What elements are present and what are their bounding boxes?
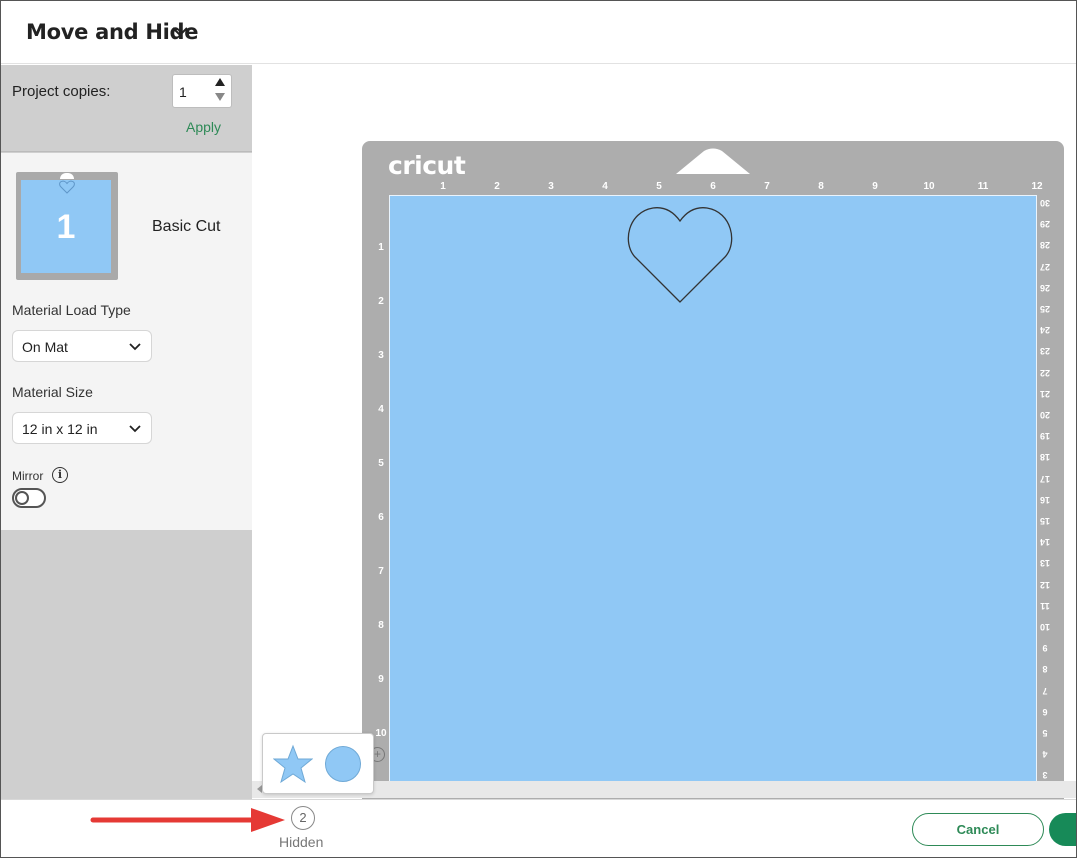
mat-thumbnail[interactable]: 1 bbox=[16, 172, 118, 280]
ruler-tick-label: 7 bbox=[1042, 685, 1048, 696]
ruler-tick-label: 25 bbox=[1040, 304, 1051, 314]
ruler-tick-label: 5 bbox=[378, 458, 384, 469]
ruler-tick-label: 3 bbox=[1042, 770, 1048, 781]
ruler-tick-label: 7 bbox=[378, 566, 384, 577]
ruler-tick-label: 6 bbox=[710, 181, 716, 192]
decrement-arrow-icon[interactable] bbox=[215, 93, 225, 101]
ruler-tick-label: 10 bbox=[375, 728, 387, 739]
ruler-tick-label: 10 bbox=[923, 181, 935, 192]
ruler-tick-label: 15 bbox=[1040, 516, 1051, 526]
ruler-tick-label: 24 bbox=[1040, 325, 1051, 336]
ruler-tick-label: 5 bbox=[1042, 728, 1048, 738]
ruler-tick-label: 12 bbox=[1040, 579, 1051, 590]
horizontal-scrollbar[interactable] bbox=[252, 781, 1076, 798]
ruler-tick-label: 8 bbox=[818, 181, 824, 192]
star-icon[interactable] bbox=[273, 744, 313, 784]
ruler-tick-label: 8 bbox=[1042, 664, 1048, 675]
ruler-tick-label: 9 bbox=[378, 674, 384, 685]
ruler-tick-label: 8 bbox=[378, 620, 384, 631]
chevron-down-icon bbox=[129, 425, 141, 433]
ruler-tick-label: 20 bbox=[1040, 410, 1051, 420]
ruler-tick-label: 7 bbox=[764, 181, 770, 192]
mirror-toggle[interactable] bbox=[12, 488, 46, 508]
material-load-type-value: On Mat bbox=[22, 339, 68, 355]
project-copies-section: Project copies: 1 Apply bbox=[1, 65, 252, 152]
ruler-tick-label: 22 bbox=[1040, 367, 1051, 378]
ruler-tick-label: 30 bbox=[1040, 198, 1051, 208]
material-size-value: 12 in x 12 in bbox=[22, 421, 98, 437]
material-size-label: Material Size bbox=[12, 384, 93, 400]
ruler-tick-label: 11 bbox=[977, 181, 989, 192]
mirror-label: Mirror bbox=[12, 469, 44, 483]
ruler-tick-label: 6 bbox=[378, 512, 384, 523]
ruler-tick-label: 3 bbox=[378, 350, 384, 361]
heart-icon bbox=[59, 180, 75, 194]
increment-arrow-icon[interactable] bbox=[215, 78, 225, 86]
ruler-tick-label: 18 bbox=[1040, 452, 1051, 463]
project-copies-value[interactable]: 1 bbox=[179, 84, 187, 100]
chevron-down-icon[interactable] bbox=[171, 25, 189, 39]
info-icon[interactable]: i bbox=[52, 467, 68, 483]
hidden-count-badge[interactable]: 2 bbox=[291, 806, 315, 830]
ruler-tick-label: 19 bbox=[1040, 431, 1051, 442]
heart-shape[interactable] bbox=[625, 206, 737, 306]
mat-thumbnail-tab bbox=[60, 173, 74, 179]
toggle-knob bbox=[15, 491, 29, 505]
ruler-tick-label: 5 bbox=[656, 181, 662, 192]
ruler-tick-label: 29 bbox=[1040, 219, 1051, 230]
material-load-type-label: Material Load Type bbox=[12, 302, 131, 318]
hidden-label[interactable]: Hidden bbox=[279, 834, 323, 850]
mat-number: 1 bbox=[56, 208, 76, 246]
mat-settings-panel: 1 Basic Cut Material Load Type On Mat Ma… bbox=[1, 153, 252, 530]
hidden-items-popup bbox=[262, 733, 374, 794]
ruler-tick-label: 4 bbox=[1042, 749, 1048, 760]
app-window: Move and Hide Project copies: 1 Apply 1 … bbox=[0, 0, 1077, 858]
ruler-tick-label: 21 bbox=[1040, 388, 1051, 399]
ruler-tick-label: 2 bbox=[494, 181, 500, 192]
mat-thumbnail-surface: 1 bbox=[21, 180, 111, 273]
annotation-arrow-icon bbox=[90, 808, 285, 832]
ruler-tick-label: 4 bbox=[602, 181, 608, 192]
ruler-tick-label: 6 bbox=[1042, 706, 1048, 717]
material-size-select[interactable]: 12 in x 12 in bbox=[12, 412, 152, 444]
ruler-tick-label: 1 bbox=[378, 242, 384, 253]
ruler-tick-label: 14 bbox=[1040, 537, 1051, 548]
ruler-tick-label: 23 bbox=[1040, 346, 1051, 357]
cancel-button[interactable]: Cancel bbox=[912, 813, 1044, 846]
mat-load-tab bbox=[676, 148, 750, 174]
mat-logo: cricut bbox=[388, 151, 466, 180]
ruler-tick-label: 17 bbox=[1040, 473, 1051, 484]
apply-button[interactable]: Apply bbox=[186, 119, 221, 135]
ruler-tick-label: 13 bbox=[1040, 558, 1051, 569]
chevron-down-icon bbox=[129, 343, 141, 351]
circle-icon[interactable] bbox=[325, 746, 361, 782]
ruler-tick-label: 26 bbox=[1040, 282, 1051, 293]
cutting-mat: cricut 1 2 3 4 5 6 7 8 9 10 11 12 1 2 3 4 5 6 7 8 9 10 30 29 2… bbox=[362, 141, 1064, 801]
ruler-tick-label: 28 bbox=[1040, 240, 1051, 251]
ruler-tick-label: 12 bbox=[1031, 181, 1043, 192]
ruler-tick-label: 1 bbox=[440, 181, 446, 192]
ruler-tick-label: 3 bbox=[548, 181, 554, 192]
ruler-tick-label: 27 bbox=[1040, 261, 1051, 272]
left-panel: Project copies: 1 Apply 1 Basic Cut Mate… bbox=[1, 65, 252, 799]
ruler-tick-label: 10 bbox=[1040, 622, 1051, 632]
project-copies-stepper[interactable]: 1 bbox=[172, 74, 232, 108]
ruler-tick-label: 9 bbox=[1042, 643, 1048, 654]
ruler-tick-label: 2 bbox=[378, 296, 384, 307]
header: Move and Hide bbox=[1, 1, 1076, 64]
ruler-tick-label: 11 bbox=[1040, 600, 1050, 611]
ruler-tick-label: 4 bbox=[378, 404, 384, 415]
mat-name: Basic Cut bbox=[152, 218, 221, 235]
continue-button[interactable] bbox=[1049, 813, 1076, 846]
material-load-type-select[interactable]: On Mat bbox=[12, 330, 152, 362]
ruler-tick-label: 9 bbox=[872, 181, 878, 192]
ruler-tick-label: 16 bbox=[1040, 494, 1051, 505]
project-copies-label: Project copies: bbox=[12, 83, 111, 100]
